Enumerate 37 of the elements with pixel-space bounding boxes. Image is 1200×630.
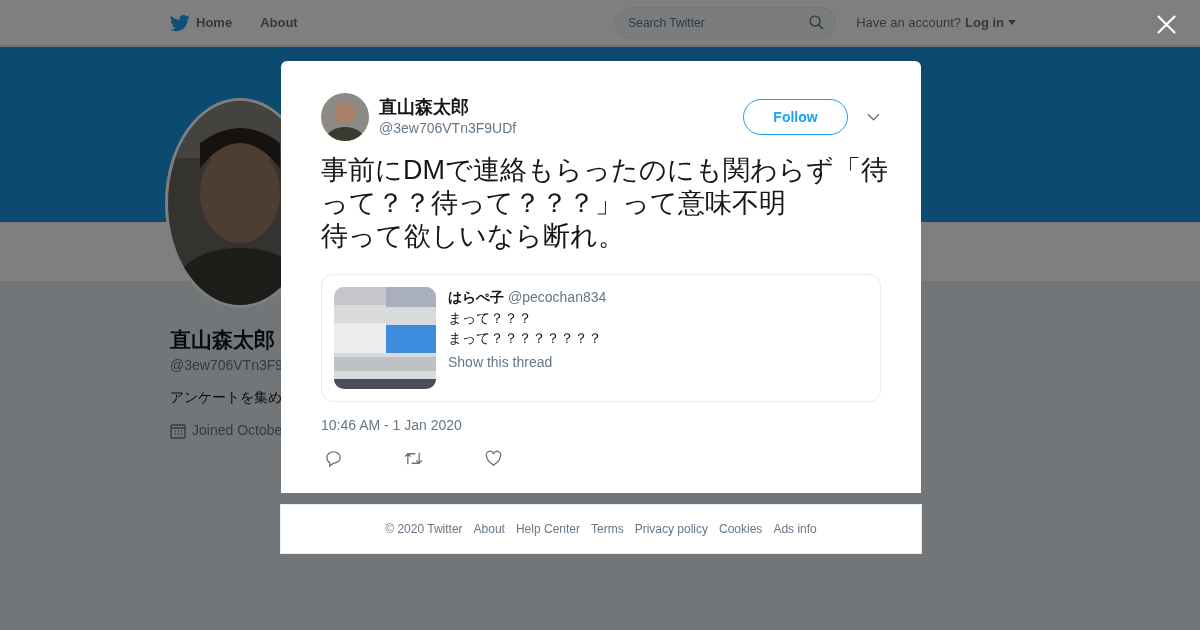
chevron-icon[interactable] — [867, 113, 880, 121]
close-icon[interactable] — [1157, 15, 1176, 34]
profile-name: 直山森太郎 — [170, 327, 276, 353]
quoted-text-line: まって？？？？？？？？ — [448, 329, 603, 348]
tweet-timestamp: 10:46 AM - 1 Jan 2020 — [321, 416, 463, 435]
heart-icon[interactable] — [485, 450, 502, 467]
footer-link[interactable]: Terms — [591, 520, 624, 538]
search-field[interactable]: Search Twitter — [615, 6, 837, 39]
calendar-icon — [170, 422, 186, 439]
search-icon — [808, 13, 826, 31]
author-handle[interactable]: @3ew706VTn3F9UDf — [379, 118, 517, 138]
retweet-icon[interactable] — [404, 450, 423, 467]
home-link[interactable]: Home — [170, 12, 233, 33]
joined-date: Joined Octobe — [192, 421, 283, 440]
author-name[interactable]: 直山森太郎 — [379, 96, 517, 118]
quoted-text-line: まって？？？ — [448, 309, 533, 328]
footer-link[interactable]: Ads info — [773, 520, 817, 538]
tweet-text: 待って欲しいなら断れ。 — [321, 220, 626, 253]
account-prompt: Have an account? — [856, 13, 961, 32]
footer-link[interactable]: Cookies — [719, 520, 763, 538]
login-link[interactable]: Log in — [965, 12, 1004, 33]
footer-link[interactable]: Help Center — [515, 520, 580, 538]
footer-link[interactable]: Privacy policy — [634, 520, 708, 538]
quoted-author-handle: @pecochan834 — [508, 288, 607, 307]
show-thread-link[interactable]: Show this thread — [448, 352, 607, 373]
caret-icon — [1008, 20, 1016, 25]
avatar — [321, 93, 369, 141]
bird-icon — [170, 12, 190, 33]
profile-bio: アンケートを集め — [170, 388, 283, 407]
footer-link[interactable]: About — [473, 520, 505, 538]
reply-icon[interactable] — [325, 450, 342, 467]
footer-link[interactable]: © 2020 Twitter — [385, 520, 463, 538]
profile-handle: @3ew706VTn3F9 — [170, 356, 284, 375]
tweet-text: 事前にDMで連絡もらったのにも関わらず「待って？？待って？？？」って意味不明 — [321, 154, 889, 220]
quoted-author-name: はらぺ子 — [448, 288, 504, 307]
quoted-tweet[interactable]: はらぺ子 @pecochan834 まって？？？ まって？？？？？？？？ Show this thread — [321, 274, 881, 402]
nav-link[interactable]: About — [260, 12, 298, 33]
